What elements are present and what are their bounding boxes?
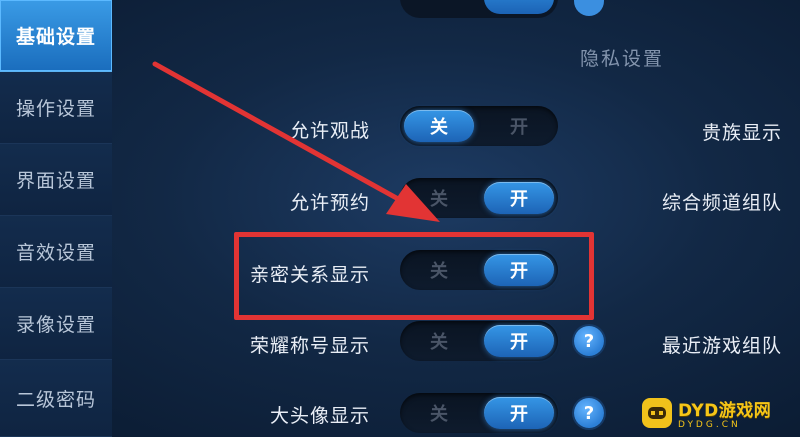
toggle-large-avatar-display[interactable]: 关 开 xyxy=(400,393,558,433)
toggle-knob xyxy=(484,0,554,14)
watermark-main: DYD游戏网 xyxy=(678,400,772,421)
cut-off-toggle[interactable] xyxy=(400,0,558,18)
sidebar-item-operation-settings[interactable]: 操作设置 xyxy=(0,72,112,144)
toggle-allow-spectate[interactable]: 关 开 xyxy=(400,106,558,146)
sidebar-item-interface-settings[interactable]: 界面设置 xyxy=(0,144,112,216)
sidebar-item-secondary-password[interactable]: 二级密码 xyxy=(0,360,112,437)
red-highlight-box xyxy=(234,232,594,320)
toggle-option-on[interactable]: 开 xyxy=(484,182,554,214)
cut-off-help-icon[interactable] xyxy=(574,0,604,16)
sidebar-item-basic-settings[interactable]: 基础设置 xyxy=(0,0,112,72)
toggle-option-on[interactable]: 开 xyxy=(484,325,554,357)
setting-label-recent-game-team: 最近游戏组队 xyxy=(661,335,782,357)
sidebar-item-recording-settings[interactable]: 录像设置 xyxy=(0,288,112,360)
toggle-option-off[interactable]: 关 xyxy=(404,110,474,142)
toggle-option-off[interactable]: 关 xyxy=(404,182,474,214)
toggle-option-off[interactable]: 关 xyxy=(404,325,474,357)
setting-label-honor-title-display: 荣耀称号显示 xyxy=(249,335,370,357)
help-question-icon[interactable]: ? xyxy=(574,398,604,428)
toggle-option-off[interactable]: 关 xyxy=(404,397,474,429)
sidebar-item-sound-settings[interactable]: 音效设置 xyxy=(0,216,112,288)
toggle-option-on[interactable]: 开 xyxy=(484,110,554,142)
red-arrow-annotation xyxy=(152,61,440,222)
setting-label-noble-display: 贵族显示 xyxy=(701,122,782,144)
setting-label-general-channel-team: 综合频道组队 xyxy=(661,192,782,214)
watermark-sub: DYDG.CN xyxy=(678,419,741,430)
setting-label-allow-reservation: 允许预约 xyxy=(289,192,370,214)
gamepad-icon xyxy=(642,397,672,428)
section-title-privacy: 隐私设置 xyxy=(580,48,665,70)
settings-sidebar: 基础设置 操作设置 界面设置 音效设置 录像设置 二级密码 xyxy=(0,0,112,437)
setting-label-allow-spectate: 允许观战 xyxy=(289,120,370,142)
setting-label-large-avatar-display: 大头像显示 xyxy=(269,405,370,427)
toggle-option-on[interactable]: 开 xyxy=(484,397,554,429)
watermark-text: DYD游戏网 DYDG.CN xyxy=(678,396,771,430)
toggle-honor-title-display[interactable]: 关 开 xyxy=(400,321,558,361)
watermark-logo: DYD游戏网 DYDG.CN xyxy=(642,388,800,437)
toggle-allow-reservation[interactable]: 关 开 xyxy=(400,178,558,218)
